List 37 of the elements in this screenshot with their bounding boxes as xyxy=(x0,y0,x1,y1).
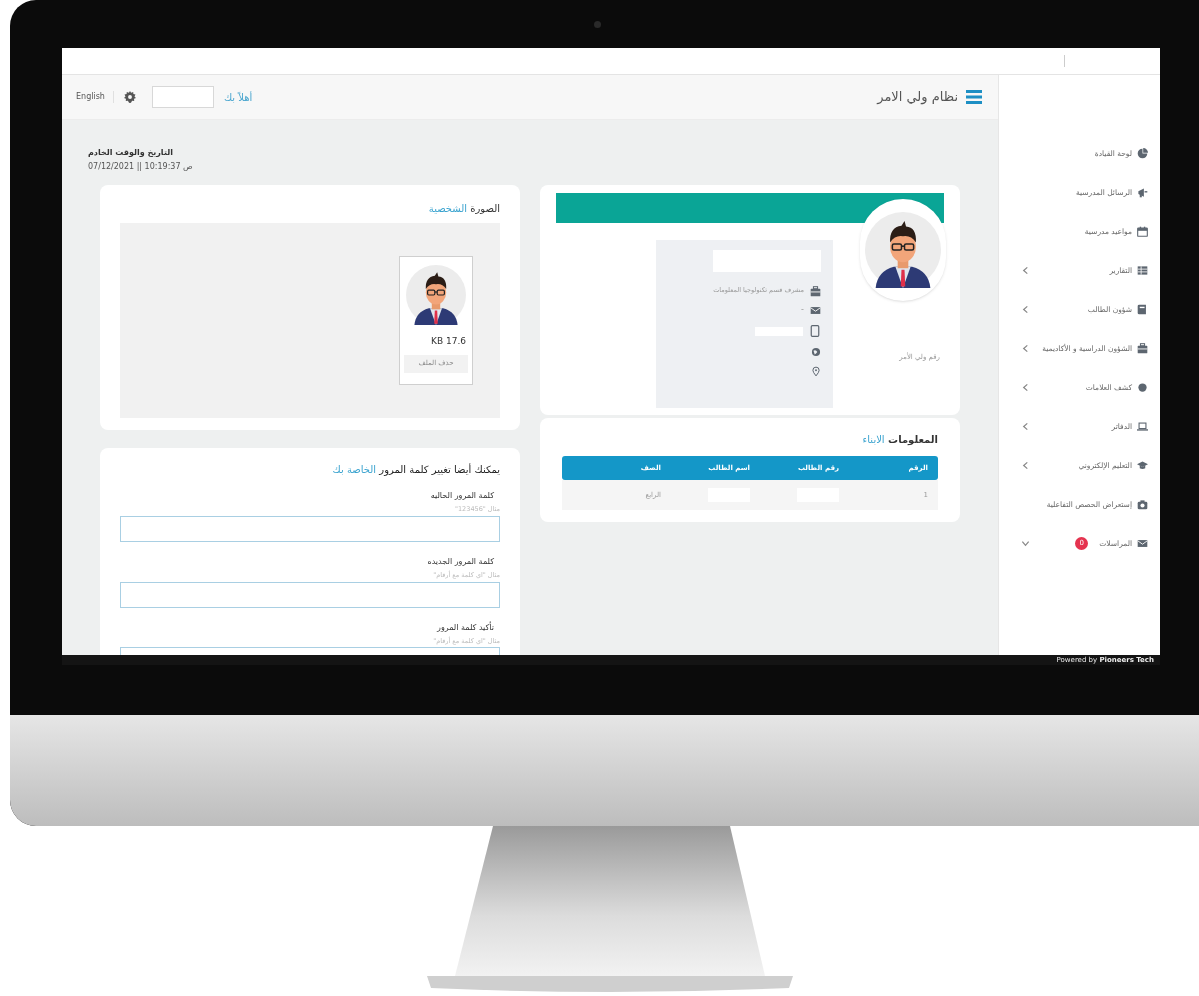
app-title: نظام ولي الامر xyxy=(877,88,958,107)
pie-chart-icon xyxy=(1137,148,1148,159)
card-title: الصورة الشخصية xyxy=(427,202,500,216)
card-title: المعلومات الابناء xyxy=(861,433,938,448)
avatar-drawing xyxy=(406,263,466,327)
circle-icon xyxy=(1137,382,1148,393)
menu-button[interactable] xyxy=(966,90,982,104)
field-label: تأكيد كلمة المرور xyxy=(437,621,494,634)
camera-icon xyxy=(1137,499,1148,510)
briefcase-icon xyxy=(810,285,821,297)
laptop-icon xyxy=(1137,421,1148,432)
settings-button[interactable] xyxy=(123,91,136,103)
megaphone-icon xyxy=(1137,187,1148,198)
phone-icon xyxy=(809,323,821,339)
briefcase-icon xyxy=(1137,343,1148,354)
envelope-icon xyxy=(1137,538,1148,549)
globe-icon xyxy=(811,347,821,357)
greeting-text: أهلاً بك xyxy=(223,90,253,105)
field-label: كلمة المرور الحاليه xyxy=(430,490,494,502)
server-time-value: 07/12/2021 || 10:19:37 ص xyxy=(88,161,193,173)
envelope-icon xyxy=(810,304,821,316)
password-input[interactable] xyxy=(120,581,500,608)
file-size: KB 17.6 xyxy=(431,335,466,348)
card-title: يمكنك أيضا تغيير كلمة المرور الخاصة بك xyxy=(331,462,500,478)
menu-icon xyxy=(966,90,982,104)
field-label: كلمة المرور الجديده xyxy=(427,555,494,568)
server-time-label: التاريخ والوقت الخادم xyxy=(88,147,173,159)
calendar-icon xyxy=(1137,226,1148,237)
email-text: - xyxy=(801,304,804,316)
table-icon xyxy=(1137,265,1148,276)
password-input[interactable] xyxy=(120,515,500,542)
map-pin-icon xyxy=(811,365,821,377)
book-icon xyxy=(1137,304,1148,315)
language-link[interactable]: English xyxy=(76,91,114,103)
graduation-cap-icon xyxy=(1137,460,1148,471)
settings-icon xyxy=(123,91,136,103)
redacted-block xyxy=(151,86,214,108)
